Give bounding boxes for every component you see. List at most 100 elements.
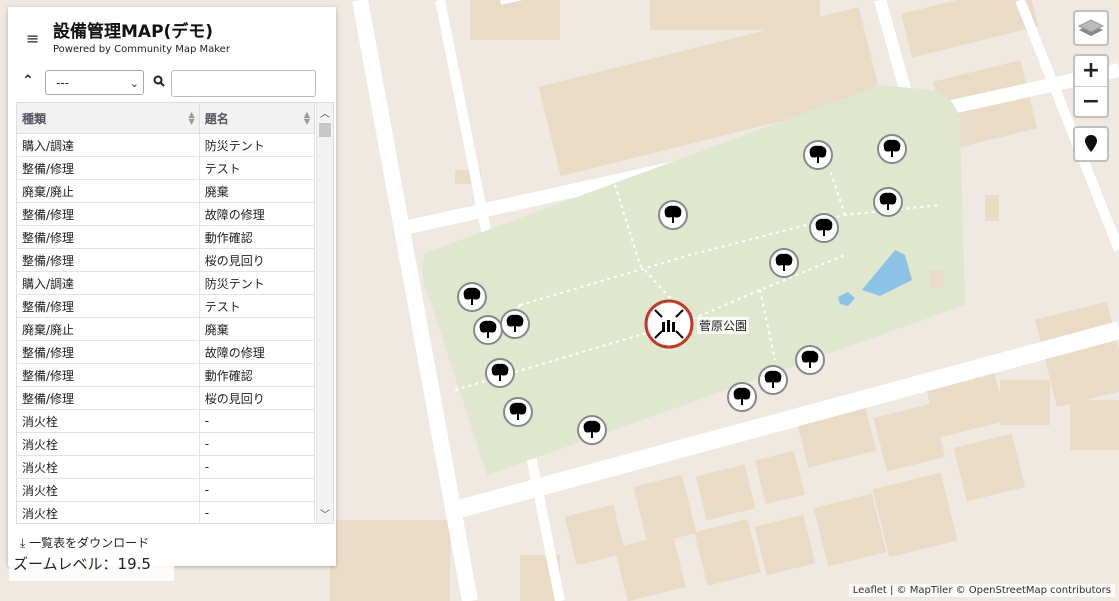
- search-icon: [153, 75, 165, 87]
- tree-marker[interactable]: [795, 345, 825, 375]
- cell-type: 消火栓: [17, 432, 200, 456]
- table-row[interactable]: 消火栓 -: [17, 478, 316, 502]
- sort-icon: ▲ ▼: [188, 110, 195, 126]
- cell-type: 購入/調達: [17, 133, 200, 157]
- cell-type: 整備/修理: [17, 202, 200, 226]
- cell-type: 消火栓: [17, 501, 200, 523]
- cell-title: テスト: [199, 156, 316, 180]
- cell-title: 故障の修理: [199, 340, 316, 364]
- table-row[interactable]: 消火栓 -: [17, 432, 316, 456]
- cell-type: 廃棄/廃止: [17, 179, 200, 203]
- tree-marker[interactable]: [457, 282, 487, 312]
- scroll-thumb[interactable]: [319, 123, 331, 137]
- cell-type: 廃棄/廃止: [17, 317, 200, 341]
- table-row[interactable]: 整備/修理 動作確認: [17, 225, 316, 249]
- table-row[interactable]: 廃棄/廃止 廃棄: [17, 179, 316, 203]
- cell-title: 動作確認: [199, 363, 316, 387]
- app-title: 設備管理MAP(デモ): [53, 22, 214, 42]
- cell-type: 整備/修理: [17, 248, 200, 272]
- evacuation-site-marker[interactable]: [644, 299, 694, 349]
- scroll-down-icon[interactable]: ﹀: [320, 506, 330, 521]
- zoom-control: + −: [1073, 54, 1109, 118]
- collapse-icon[interactable]: ⌃: [22, 73, 34, 89]
- download-icon: ⤓: [20, 536, 26, 550]
- tree-marker[interactable]: [877, 134, 907, 164]
- cell-type: 整備/修理: [17, 363, 200, 387]
- layers-button[interactable]: [1073, 10, 1109, 46]
- cell-type: 消火栓: [17, 409, 200, 433]
- cell-type: 消火栓: [17, 478, 200, 502]
- tree-marker[interactable]: [727, 382, 757, 412]
- column-header-title[interactable]: 題名 ▲ ▼: [199, 103, 316, 134]
- zoom-level-readout: ズームレベル：19.5: [9, 551, 174, 581]
- tree-marker[interactable]: [473, 315, 503, 345]
- tree-marker[interactable]: [485, 358, 515, 388]
- tree-marker[interactable]: [577, 415, 607, 445]
- tree-marker[interactable]: [769, 248, 799, 278]
- download-link[interactable]: ⤓ 一覧表をダウンロード: [20, 534, 149, 551]
- cell-title: -: [199, 478, 316, 502]
- tree-marker[interactable]: [658, 200, 688, 230]
- table-row[interactable]: 消火栓 -: [17, 501, 316, 523]
- cell-type: 整備/修理: [17, 225, 200, 249]
- table-row[interactable]: 整備/修理 テスト: [17, 156, 316, 180]
- map-pin-icon: [1085, 135, 1097, 152]
- table-row[interactable]: 整備/修理 桜の見回り: [17, 248, 316, 272]
- cell-title: 防災テント: [199, 133, 316, 157]
- table-row[interactable]: 整備/修理 動作確認: [17, 363, 316, 387]
- small-building: [930, 270, 944, 288]
- cell-title: 桜の見回り: [199, 248, 316, 272]
- tree-marker[interactable]: [809, 213, 839, 243]
- records-table: 種類 ▲ ▼ 題名 ▲ ▼ 購入/調達 防災テント 整備/修理 テスト 廃棄/廃止 廃棄 整備/修理…: [16, 102, 334, 524]
- cell-type: 消火栓: [17, 455, 200, 479]
- table-scrollbar[interactable]: ︿ ﹀: [316, 103, 333, 523]
- tree-marker[interactable]: [758, 365, 788, 395]
- cell-type: 整備/修理: [17, 294, 200, 318]
- table-row[interactable]: 消火栓 -: [17, 409, 316, 433]
- cell-title: 廃棄: [199, 179, 316, 203]
- filter-selected-value: ---: [56, 76, 69, 90]
- map-attribution: Leaflet | © MapTiler © OpenStreetMap con…: [848, 584, 1115, 597]
- cell-title: 故障の修理: [199, 202, 316, 226]
- tree-marker[interactable]: [500, 309, 530, 339]
- table-row[interactable]: 整備/修理 故障の修理: [17, 202, 316, 226]
- sort-icon: ▲ ▼: [303, 110, 310, 126]
- cell-title: 動作確認: [199, 225, 316, 249]
- cell-type: 整備/修理: [17, 156, 200, 180]
- table-row[interactable]: 購入/調達 防災テント: [17, 133, 316, 157]
- category-filter-select[interactable]: --- ⌄: [45, 70, 144, 95]
- park-label: 菅原公園: [697, 317, 750, 334]
- chevron-down-icon: ⌄: [129, 77, 139, 90]
- tree-marker[interactable]: [873, 187, 903, 217]
- zoom-out-button[interactable]: −: [1075, 87, 1107, 117]
- cell-type: 整備/修理: [17, 340, 200, 364]
- cell-type: 整備/修理: [17, 386, 200, 410]
- table-row[interactable]: 整備/修理 故障の修理: [17, 340, 316, 364]
- cell-title: 桜の見回り: [199, 386, 316, 410]
- table-row[interactable]: 整備/修理 テスト: [17, 294, 316, 318]
- cell-title: テスト: [199, 294, 316, 318]
- table-row[interactable]: 消火栓 -: [17, 455, 316, 479]
- tree-marker[interactable]: [503, 397, 533, 427]
- search-input[interactable]: [171, 70, 316, 97]
- cell-title: -: [199, 409, 316, 433]
- side-panel: ≡ 設備管理MAP(デモ) Powered by Community Map M…: [8, 7, 336, 566]
- cell-title: -: [199, 455, 316, 479]
- column-header-type[interactable]: 種類 ▲ ▼: [17, 103, 200, 134]
- table-row[interactable]: 整備/修理 桜の見回り: [17, 386, 316, 410]
- download-label: 一覧表をダウンロード: [29, 536, 150, 550]
- cell-title: 廃棄: [199, 317, 316, 341]
- menu-icon[interactable]: ≡: [26, 29, 39, 48]
- scroll-up-icon[interactable]: ︿: [320, 105, 330, 120]
- cell-title: 防災テント: [199, 271, 316, 295]
- zoom-in-button[interactable]: +: [1075, 56, 1107, 86]
- app-subtitle: Powered by Community Map Maker: [53, 44, 230, 55]
- table-row[interactable]: 廃棄/廃止 廃棄: [17, 317, 316, 341]
- cell-title: -: [199, 501, 316, 523]
- cell-type: 購入/調達: [17, 271, 200, 295]
- tree-marker[interactable]: [803, 140, 833, 170]
- cell-title: -: [199, 432, 316, 456]
- locate-button[interactable]: [1073, 126, 1109, 162]
- table-row[interactable]: 購入/調達 防災テント: [17, 271, 316, 295]
- layers-icon: [1077, 19, 1105, 36]
